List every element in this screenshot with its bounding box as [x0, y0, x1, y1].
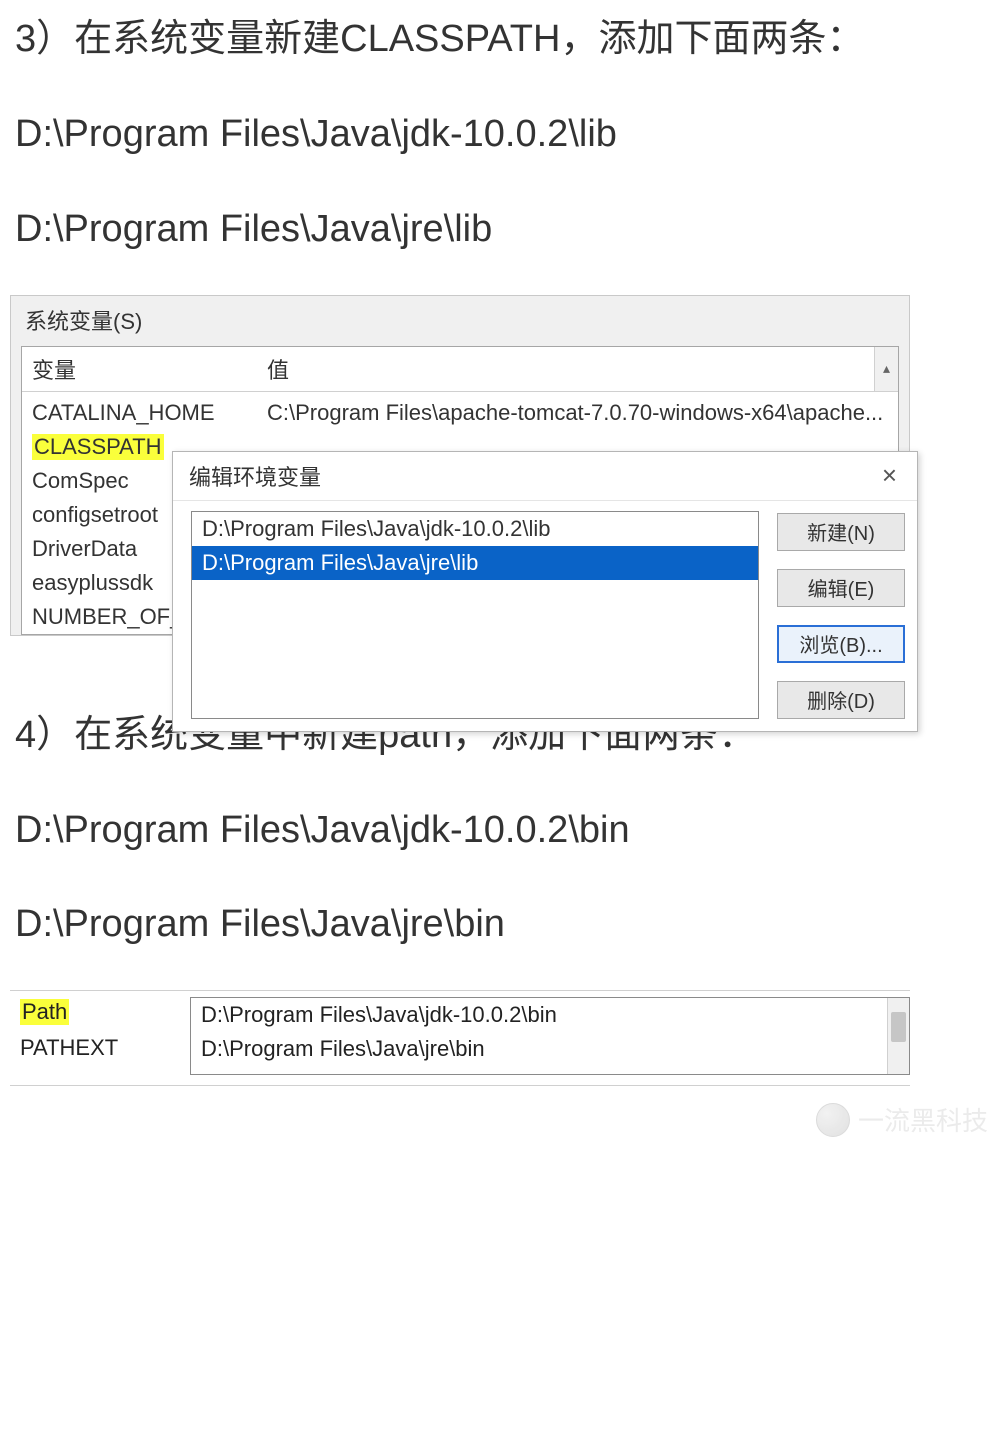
new-button[interactable]: 新建(N) — [777, 513, 905, 551]
header-variable[interactable]: 变量 — [22, 347, 257, 391]
header-value[interactable]: 值 — [257, 347, 874, 391]
sysvars-screenshot: 系统变量(S) 变量 值 ▴ CATALINA_HOME C:\Program … — [10, 295, 910, 636]
delete-button[interactable]: 删除(D) — [777, 681, 905, 719]
edit-env-var-dialog: 编辑环境变量 × D:\Program Files\Java\jdk-10.0.… — [172, 451, 918, 732]
step3-path2: D:\Program Files\Java\jre\lib — [15, 200, 993, 259]
sysvars-table: 变量 值 ▴ CATALINA_HOME C:\Program Files\ap… — [21, 346, 899, 635]
scrollbar-thumb[interactable] — [891, 1012, 906, 1042]
list-item[interactable]: D:\Program Files\Java\jre\bin — [191, 1032, 909, 1066]
table-row[interactable]: CATALINA_HOME C:\Program Files\apache-to… — [22, 396, 898, 430]
scroll-up-icon[interactable]: ▴ — [874, 347, 898, 391]
var-name-highlighted[interactable]: Path — [20, 999, 69, 1025]
step4-path2: D:\Program Files\Java\jre\bin — [15, 895, 993, 954]
step3-heading: 3）在系统变量新建CLASSPATH，添加下面两条： — [15, 10, 993, 69]
path-screenshot: Path PATHEXT D:\Program Files\Java\jdk-1… — [10, 990, 910, 1086]
var-name: CATALINA_HOME — [32, 400, 267, 426]
list-item[interactable]: D:\Program Files\Java\jdk-10.0.2\bin — [191, 998, 909, 1032]
step4-path1: D:\Program Files\Java\jdk-10.0.2\bin — [15, 801, 993, 860]
sysvars-header: 变量 值 ▴ — [22, 347, 898, 392]
list-item[interactable]: D:\Program Files\Java\jdk-10.0.2\lib — [192, 512, 758, 546]
scrollbar[interactable] — [887, 998, 909, 1074]
list-item-selected[interactable]: D:\Program Files\Java\jre\lib — [192, 546, 758, 580]
dialog-title-text: 编辑环境变量 — [189, 460, 321, 492]
var-name-highlighted: CLASSPATH — [32, 434, 164, 460]
close-icon[interactable]: × — [874, 460, 905, 491]
var-name[interactable]: PATHEXT — [20, 1035, 170, 1061]
watermark: 一流黑科技 — [816, 1101, 988, 1138]
edit-button[interactable]: 编辑(E) — [777, 569, 905, 607]
var-value: C:\Program Files\apache-tomcat-7.0.70-wi… — [267, 400, 888, 426]
path-listbox[interactable]: D:\Program Files\Java\jdk-10.0.2\lib D:\… — [191, 511, 759, 719]
sysvars-label: 系统变量(S) — [11, 296, 909, 342]
browse-button[interactable]: 浏览(B)... — [777, 625, 905, 663]
path-listbox[interactable]: D:\Program Files\Java\jdk-10.0.2\bin D:\… — [190, 997, 910, 1075]
step3-path1: D:\Program Files\Java\jdk-10.0.2\lib — [15, 105, 993, 164]
wechat-icon — [816, 1103, 850, 1137]
dialog-titlebar: 编辑环境变量 × — [173, 452, 917, 501]
watermark-text: 一流黑科技 — [858, 1101, 988, 1138]
